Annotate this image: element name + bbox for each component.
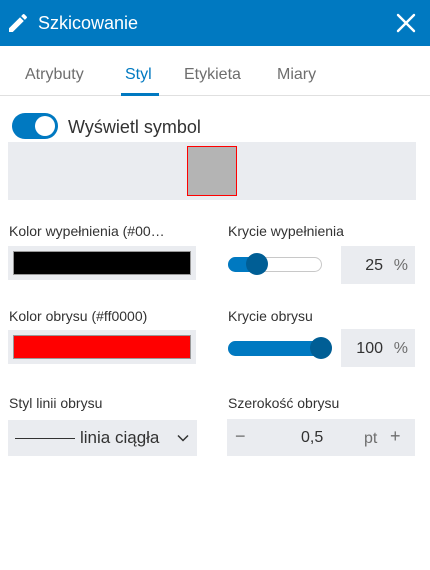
pencil-icon [9,13,28,33]
display-symbol-label: Wyświetl symbol [68,117,201,137]
tab-miary[interactable]: Miary [277,65,316,85]
outline-width-value[interactable]: 0,5 [301,428,323,448]
outline-color-swatch [13,335,191,359]
increment-button[interactable]: + [390,425,401,447]
decrement-button[interactable]: − [235,425,246,447]
outline-opacity-slider[interactable] [228,333,332,363]
outline-opacity-label: Krycie obrysu [228,308,313,324]
outline-color-label: Kolor obrysu (#ff0000) [9,308,148,324]
close-icon[interactable] [394,11,418,35]
symbol-preview-swatch [187,146,237,196]
display-symbol-toggle[interactable] [12,113,58,139]
outline-style-dropdown[interactable]: linia ciągła [8,420,197,456]
tab-styl[interactable]: Styl [125,65,152,85]
fill-color-label: Kolor wypełnienia (#00… [9,223,165,239]
fill-opacity-label: Krycie wypełnienia [228,223,344,239]
panel-title: Szkicowanie [38,13,139,33]
fill-opacity-slider[interactable] [228,249,322,279]
outline-color-picker[interactable] [8,330,196,364]
tab-bar: Atrybuty Styl Etykieta Miary [0,46,430,96]
tab-atrybuty[interactable]: Atrybuty [25,65,84,85]
slider-thumb[interactable] [310,337,332,359]
slider-thumb[interactable] [246,253,268,275]
panel-header: Szkicowanie [0,0,430,46]
outline-width-unit: pt [364,430,378,447]
outline-opacity-value: 100 [356,340,383,357]
slider-fill [228,341,321,356]
active-tab-indicator [121,93,159,96]
fill-opacity-input[interactable]: 25 % [341,246,415,284]
outline-opacity-input[interactable]: 100 % [341,329,415,367]
fill-color-swatch [13,251,191,275]
chevron-down-icon [177,434,189,442]
outline-width-label: Szerokość obrysu [228,395,340,411]
line-style-sample [15,438,75,439]
symbol-preview [8,142,416,200]
tab-etykieta[interactable]: Etykieta [184,65,241,85]
outline-opacity-unit: % [393,340,408,357]
outline-style-value: linia ciągła [80,428,160,447]
fill-color-picker[interactable] [8,246,196,280]
outline-width-stepper: − 0,5 pt + [227,419,415,456]
toggle-knob [35,116,55,136]
outline-style-label: Styl linii obrysu [9,395,103,411]
fill-opacity-unit: % [393,257,408,274]
fill-opacity-value: 25 [365,257,383,274]
